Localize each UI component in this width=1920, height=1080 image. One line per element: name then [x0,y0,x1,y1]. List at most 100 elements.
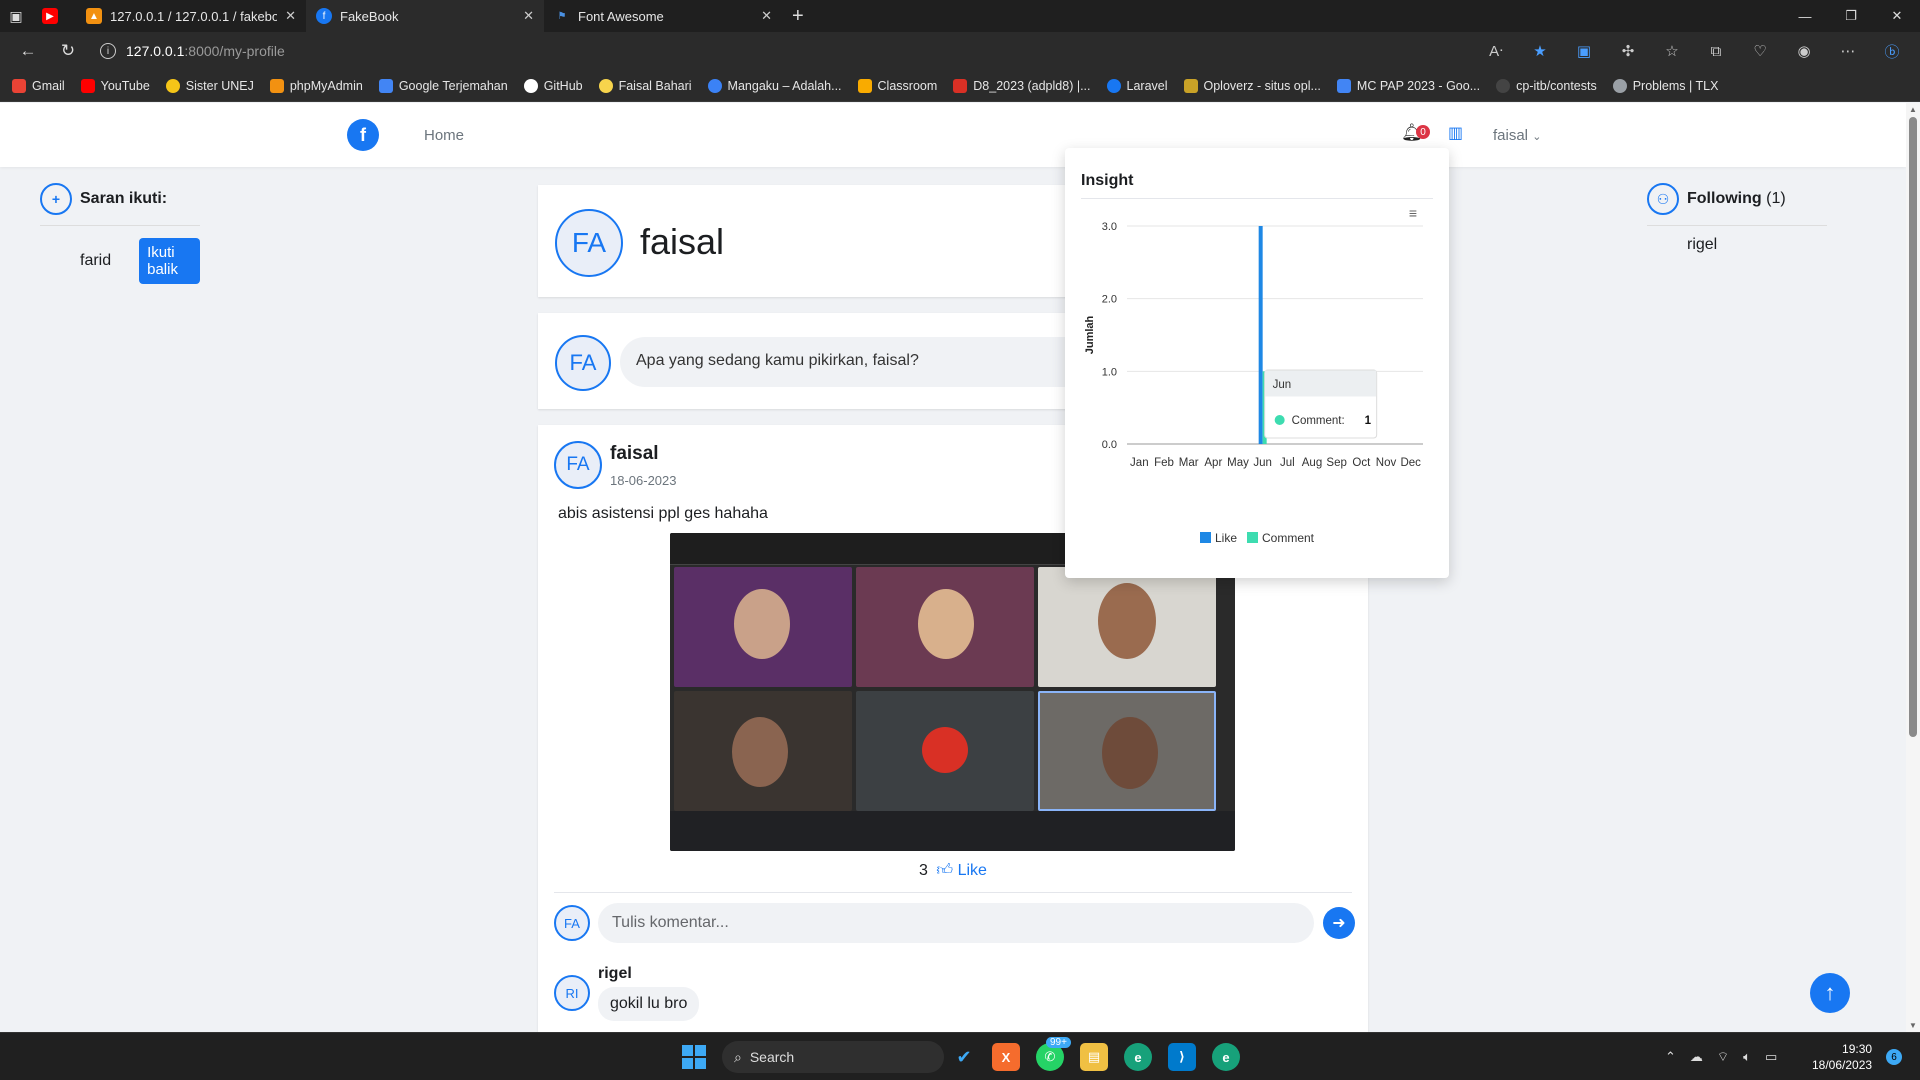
like-count: 3 [919,862,928,879]
bookmark-item[interactable]: GitHub [523,78,583,93]
vscode-icon[interactable]: ⟩ [1168,1043,1196,1071]
arrow-right-icon: ➜ [1332,915,1346,932]
close-tab-icon[interactable]: ✕ [285,8,296,24]
post-author[interactable]: faisal [610,443,659,465]
post-image-call-controls [670,811,1235,851]
google-docs-icon [1336,78,1351,93]
flag-icon: ⚑ [557,10,567,22]
battery-icon[interactable]: ▭ [1765,1049,1777,1065]
wifi-icon[interactable]: ⌔ [1717,1049,1729,1065]
url-field[interactable]: i 127.0.0.1:8000/my-profile [100,37,1530,65]
suggestion-name[interactable]: farid [80,252,111,270]
insight-chart: 0.0 1.0 2.0 3.0 Jumlah Jan Feb Mar Apr May Jun Jul A… [1084,221,1423,545]
bookmark-item[interactable]: YouTube [80,78,150,93]
page-scrollbar[interactable]: ▲ ▼ [1906,103,1920,1032]
back-button[interactable]: ← [8,32,48,70]
tab-font-awesome[interactable]: ⚑ Font Awesome ✕ [544,0,782,32]
cloud-icon[interactable]: ☁ [1690,1049,1703,1065]
todo-app-icon[interactable]: ✔ [950,1043,978,1071]
following-item[interactable]: rigel [1647,236,1827,254]
bookmark-item[interactable]: Sister UNEJ [165,78,254,93]
post-image[interactable] [670,533,1235,851]
site-logo[interactable]: f [347,119,379,151]
send-comment-button[interactable]: ➜ [1323,907,1355,939]
following-title: Following [1687,190,1762,207]
site-navbar: f Home 🔔︎ 0 ▥ faisal ⌄ [0,103,1906,167]
post-image-face [732,717,788,787]
bookmark-item[interactable]: D8_2023 (adpld8) |... [953,78,1091,93]
favorites-icon[interactable]: ☆ [1652,32,1692,70]
bookmark-item[interactable]: Oploverz - situs opl... [1183,78,1321,93]
bookmark-item[interactable]: Faisal Bahari [598,78,692,93]
tab-youtube[interactable]: ▶ [32,0,76,32]
system-clock[interactable]: 19:30 18/06/2023 [1812,1041,1872,1073]
fakebook-icon: f [316,8,332,24]
comment-form: FA Tulis komentar... ➜ [554,903,1355,943]
y-tick-label: 3.0 [1102,221,1117,233]
avatar: FA [554,905,590,941]
bookmark-item[interactable]: Mangaku – Adalah... [707,78,842,93]
users-icon: ⚇ [1647,183,1679,215]
start-button[interactable] [682,1045,706,1069]
volume-icon[interactable]: 🔈︎ [1743,1049,1751,1065]
edge-dev-icon[interactable]: e [1212,1043,1240,1071]
comment-input[interactable]: Tulis komentar... [598,903,1314,943]
scroll-down-icon[interactable]: ▼ [1909,1021,1917,1030]
like-button[interactable]: 👍︎ Like [936,862,987,879]
comment-author[interactable]: rigel [598,965,632,983]
bookmark-item[interactable]: Classroom [857,78,937,93]
reload-button[interactable]: ↻ [48,32,88,70]
scrollbar-thumb[interactable] [1909,117,1917,737]
bing-copilot-icon[interactable]: ⓑ [1872,32,1912,70]
browser-essentials-icon[interactable]: ♡ [1740,32,1780,70]
more-menu-icon[interactable]: ⋯ [1828,32,1868,70]
bookmark-item[interactable]: cp-itb/contests [1496,78,1597,93]
extension-icon[interactable]: ▣ [1564,32,1604,70]
follow-back-button[interactable]: Ikuti balik [139,238,200,284]
likes-row: 3 👍︎ Like [538,861,1368,880]
bookmark-item[interactable]: Problems | TLX [1612,78,1718,93]
scroll-to-top-button[interactable]: ↑ [1810,973,1850,1013]
user-dropdown[interactable]: faisal ⌄ [1493,127,1541,144]
restore-button[interactable]: ❐ [1828,0,1874,32]
chevron-up-icon[interactable]: ⌃ [1665,1049,1676,1065]
minimize-button[interactable]: — [1782,0,1828,32]
collections-icon[interactable]: ⧉ [1696,32,1736,70]
new-tab-button[interactable]: + [782,5,814,28]
cp-itb-icon [1496,78,1511,93]
laravel-icon [1106,78,1121,93]
bookmark-item[interactable]: Gmail [12,78,65,93]
notification-count[interactable]: 6 [1886,1049,1902,1065]
tab-fakebook[interactable]: f FakeBook ✕ [306,0,544,32]
file-explorer-icon[interactable]: ▤ [1080,1043,1108,1071]
xampp-icon[interactable]: X [992,1043,1020,1071]
tab-title: FakeBook [340,8,399,24]
post-image-tile [1038,567,1216,687]
read-aloud-icon[interactable]: Aᐧ [1476,32,1516,70]
legend-swatch [1200,532,1211,543]
chart-bar-icon[interactable]: ▥ [1448,123,1463,143]
bookmark-item[interactable]: Google Terjemahan [378,78,508,93]
bookmark-item[interactable]: Laravel [1106,78,1168,93]
favorite-star-icon[interactable]: ★ [1520,32,1560,70]
extensions-puzzle-icon[interactable]: ✣ [1608,32,1648,70]
close-tab-icon[interactable]: ✕ [523,8,534,24]
comment-text: gokil lu bro [598,987,700,1021]
tab-actions-icon[interactable]: ▣ [0,0,32,32]
tooltip-label: Comment: [1292,415,1345,427]
divider [554,892,1352,893]
post-image-face [1098,583,1156,659]
close-window-button[interactable]: ✕ [1874,0,1920,32]
x-tick-label: Oct [1352,457,1371,469]
bookmark-item[interactable]: MC PAP 2023 - Goo... [1336,78,1480,93]
taskbar-search[interactable]: ⌕ Search [722,1041,944,1073]
site-info-icon[interactable]: i [100,43,116,59]
scroll-up-icon[interactable]: ▲ [1909,105,1917,114]
profile-avatar-icon[interactable]: ◉ [1784,32,1824,70]
nav-home-link[interactable]: Home [424,127,464,144]
tab-phpmyadmin[interactable]: ▲ 127.0.0.1 / 127.0.0.1 / fakebook / ✕ [76,0,306,32]
close-tab-icon[interactable]: ✕ [761,8,772,24]
tooltip-title: Jun [1273,379,1292,391]
bookmark-item[interactable]: phpMyAdmin [269,78,363,93]
edge-icon[interactable]: e [1124,1043,1152,1071]
